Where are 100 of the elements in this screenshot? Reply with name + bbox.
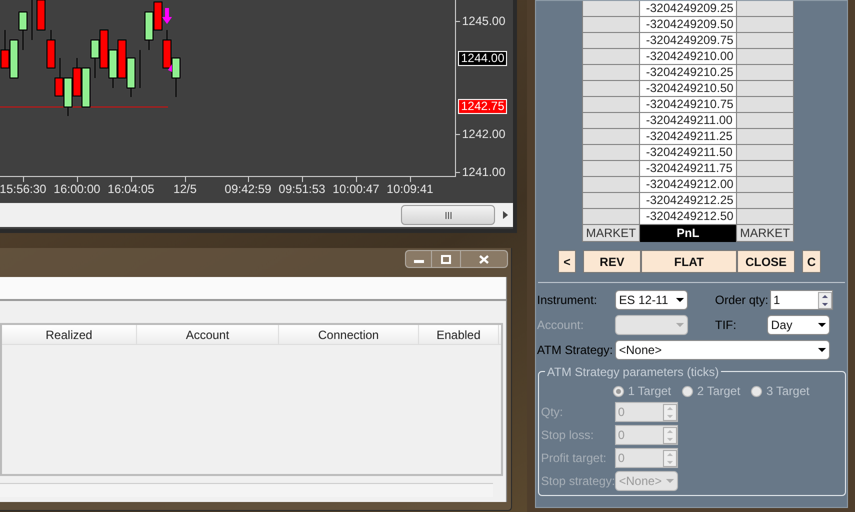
ladder-cell[interactable] xyxy=(582,177,640,193)
column-header[interactable]: Realized xyxy=(2,325,137,344)
price-cell[interactable]: -3204249211.50 xyxy=(640,145,736,161)
ladder-cell[interactable] xyxy=(736,129,794,145)
ladder-cell[interactable] xyxy=(582,49,640,65)
price-cell[interactable]: -3204249211.25 xyxy=(640,129,736,145)
spin-field[interactable]: 1 xyxy=(770,290,834,310)
ladder-cell[interactable] xyxy=(736,17,794,33)
time-axis-label: 12/5 xyxy=(173,182,197,196)
candlestick xyxy=(82,68,90,108)
ladder-cell[interactable] xyxy=(736,33,794,49)
action-button[interactable]: REV xyxy=(583,250,641,273)
column-header[interactable]: Account xyxy=(137,325,279,344)
price-cell[interactable]: -3204249212.50 xyxy=(640,209,736,225)
ladder-cell[interactable] xyxy=(582,193,640,209)
price-cell[interactable]: -3204249212.25 xyxy=(640,193,736,209)
horizontal-scrollbar[interactable] xyxy=(0,203,513,227)
action-button[interactable]: FLAT xyxy=(641,250,737,273)
dropdown[interactable]: Day xyxy=(767,314,830,334)
column-header[interactable]: Enabled xyxy=(419,325,499,344)
ladder-cell[interactable] xyxy=(736,193,794,209)
time-axis-label: 10:09:41 xyxy=(386,182,434,196)
time-axis-label: 16:00:00 xyxy=(54,182,100,196)
ladder-cell[interactable] xyxy=(736,81,794,97)
market-cell[interactable]: MARKET xyxy=(736,225,794,242)
price-cell[interactable]: -3204249211.75 xyxy=(640,161,736,177)
ladder-cell[interactable] xyxy=(582,65,640,81)
price-cell[interactable]: -3204249210.00 xyxy=(640,49,736,65)
price-marker: 1244.00 xyxy=(458,51,508,66)
price-cell[interactable]: -3204249211.00 xyxy=(640,113,736,129)
ladder-cell[interactable] xyxy=(736,177,794,193)
price-cell[interactable]: -3204249210.50 xyxy=(640,81,736,97)
candlestick xyxy=(108,50,118,88)
action-button[interactable]: C xyxy=(802,250,821,273)
price-cell[interactable]: -3204249209.50 xyxy=(640,17,736,33)
ladder-cell[interactable] xyxy=(582,145,640,161)
candlestick xyxy=(10,40,18,78)
minimize-button[interactable] xyxy=(405,250,432,268)
ladder-cell[interactable] xyxy=(582,209,640,225)
spin-value: 0 xyxy=(618,450,625,467)
price-cell[interactable]: -3204249210.25 xyxy=(640,65,736,81)
price-cell[interactable]: -3204249209.75 xyxy=(640,33,736,49)
dropdown[interactable] xyxy=(615,314,688,334)
close-button[interactable] xyxy=(460,250,508,268)
dropdown[interactable]: <None> xyxy=(615,340,830,360)
scrollbar-thumb[interactable] xyxy=(401,205,495,225)
candlestick xyxy=(154,2,162,30)
candlestick xyxy=(118,40,126,78)
candlestick xyxy=(126,58,136,98)
ladder-cell[interactable] xyxy=(736,1,794,17)
field-label: Instrument: xyxy=(537,292,598,309)
candlestick xyxy=(72,58,82,96)
field-label: Qty: xyxy=(541,404,564,421)
ladder-cell[interactable] xyxy=(736,161,794,177)
ladder-cell[interactable] xyxy=(736,113,794,129)
action-button[interactable]: CLOSE xyxy=(737,250,795,273)
candlestick xyxy=(0,30,10,68)
ladder-cell[interactable] xyxy=(582,161,640,177)
ladder-cell[interactable] xyxy=(736,209,794,225)
time-axis-label: 09:42:59 xyxy=(224,182,272,196)
ladder-cell[interactable] xyxy=(582,129,640,145)
grip-icon xyxy=(444,212,452,218)
ladder-cell[interactable] xyxy=(582,17,640,33)
field-label: Account: xyxy=(537,316,585,334)
ladder-cell[interactable] xyxy=(582,81,640,97)
price-cell[interactable]: -3204249210.75 xyxy=(640,97,736,113)
price-axis-label: 1242.00 xyxy=(462,127,506,141)
pnl-cell: PnL xyxy=(640,225,736,242)
ladder-cell[interactable] xyxy=(736,145,794,161)
field-label: Stop loss: xyxy=(541,427,595,444)
close-icon xyxy=(479,254,489,264)
time-axis-label: 16:04:05 xyxy=(108,182,154,196)
field-label: ATM Strategy: xyxy=(537,342,614,358)
ladder-cell[interactable] xyxy=(736,97,794,113)
ladder-cell[interactable] xyxy=(582,113,640,129)
candlestick xyxy=(172,58,180,98)
spin-value: 1 xyxy=(773,292,780,309)
down-arrow-icon xyxy=(162,8,172,24)
ladder-cell[interactable] xyxy=(582,1,640,17)
ladder-cell[interactable] xyxy=(736,49,794,65)
ladder-cell[interactable] xyxy=(582,33,640,49)
minimize-icon xyxy=(414,260,424,263)
ladder-cell[interactable] xyxy=(736,65,794,81)
candlestick xyxy=(90,40,100,78)
column-header[interactable]: Connection xyxy=(279,325,419,344)
price-cell[interactable]: -3204249209.25 xyxy=(640,1,736,17)
maximize-icon xyxy=(441,254,451,264)
market-cell[interactable]: MARKET xyxy=(582,225,640,242)
price-marker: 1242.75 xyxy=(458,99,508,114)
dropdown-value: Day xyxy=(771,316,792,334)
ladder-cell[interactable] xyxy=(582,97,640,113)
scroll-right-arrow-icon[interactable] xyxy=(503,211,508,219)
action-button[interactable]: < xyxy=(558,250,576,273)
dropdown[interactable]: ES 12-11 xyxy=(615,290,688,310)
spin-arrows-icon[interactable] xyxy=(818,292,832,308)
dropdown-value: ES 12-11 xyxy=(619,292,668,309)
maximize-button[interactable] xyxy=(432,250,460,268)
price-cell[interactable]: -3204249212.00 xyxy=(640,177,736,193)
dropdown-caret-icon xyxy=(676,322,684,326)
candlestick xyxy=(46,30,56,68)
